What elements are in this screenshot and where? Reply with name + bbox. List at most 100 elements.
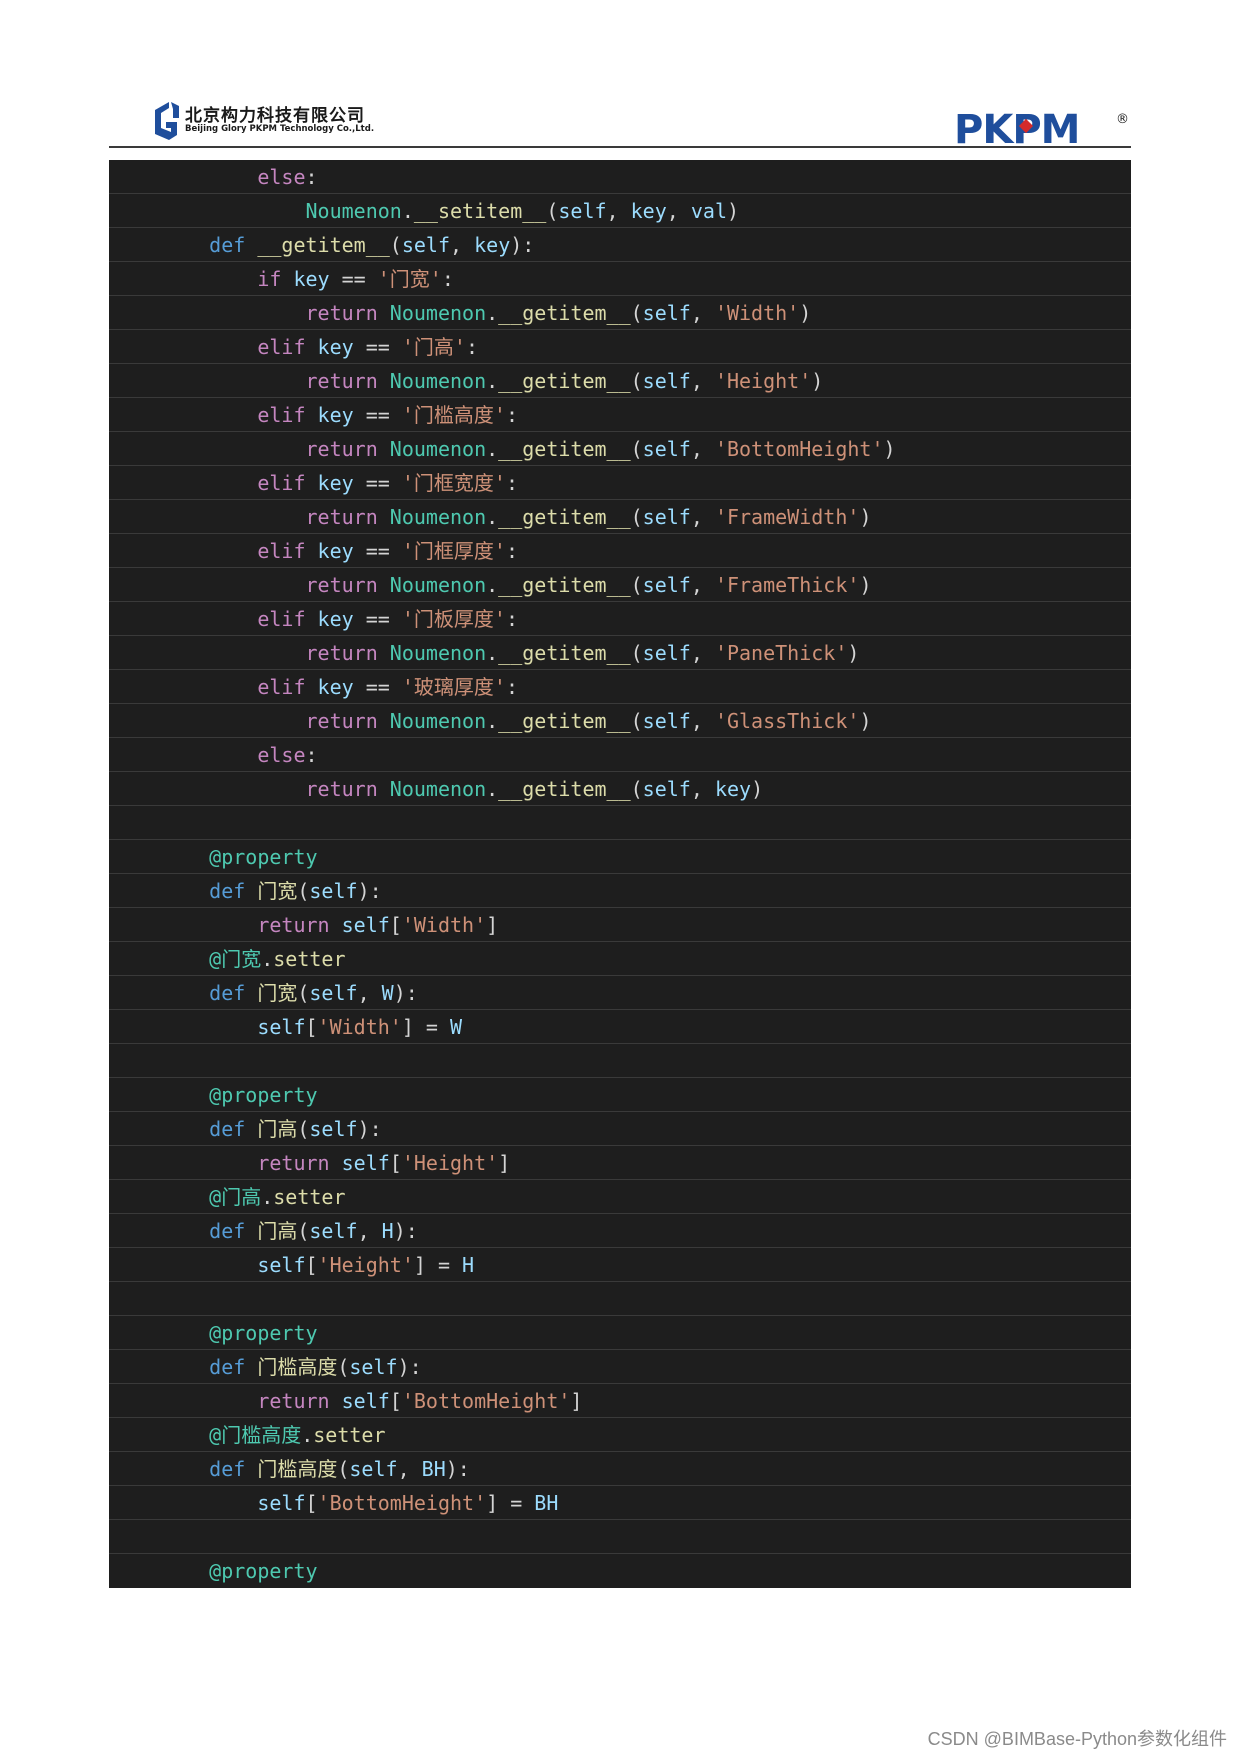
code-token: def [209,1219,246,1243]
code-token: key [317,403,354,427]
code-token: __getitem__ [498,505,631,529]
code-token: Noumenon [389,709,487,733]
code-token: : [305,743,318,767]
code-token: self [642,437,691,461]
code-line: return Noumenon.__getitem__(self, 'Frame… [109,568,1131,602]
code-token: : [505,471,518,495]
company-name-en: Beijing Glory PKPM Technology Co.,Ltd. [185,124,375,134]
code-token: ) [883,437,896,461]
code-token: 'BottomHeight' [401,1389,571,1413]
code-line: def 门槛高度(self, BH): [109,1452,1131,1486]
code-line: @门宽.setter [109,942,1131,976]
code-token: return [305,437,378,461]
code-line: self['Width'] = W [109,1010,1131,1044]
code-line: elif key == '门框宽度': [109,466,1131,500]
code-line: def 门槛高度(self): [109,1350,1131,1384]
code-token: , [690,301,715,325]
code-token: key [317,675,354,699]
code-token: '门槛高度' [401,403,506,427]
code-line: self['Height'] = H [109,1248,1131,1282]
code-line: def 门宽(self, W): [109,976,1131,1010]
code-token: ( [337,1355,350,1379]
code-token: setter [273,1185,346,1209]
code-token: BH [534,1491,559,1515]
code-token: __getitem__ [498,369,631,393]
code-token: BH [421,1457,446,1481]
code-line [109,1044,1131,1078]
code-token: Noumenon [389,369,487,393]
code-line: elif key == '门板厚度': [109,602,1131,636]
glory-logo-icon [155,102,179,140]
pkpm-logo: PKPM ® [954,107,1129,153]
code-token: [ [389,913,402,937]
code-line: return Noumenon.__getitem__(self, 'Heigh… [109,364,1131,398]
code-token: 'FrameWidth' [714,505,860,529]
code-token: ( [630,777,643,801]
code-token: self [341,1151,390,1175]
code-token: __getitem__ [498,437,631,461]
page-header: 北京构力科技有限公司 Beijing Glory PKPM Technology… [109,95,1131,153]
code-token: , [690,709,715,733]
code-token: @property [209,1559,318,1583]
code-token: setter [273,947,346,971]
code-token: def [209,233,246,257]
code-token: def [209,879,246,903]
code-token: ): [397,1355,422,1379]
code-token: key [630,199,667,223]
code-line: elif key == '玻璃厚度': [109,670,1131,704]
code-token: key [293,267,330,291]
code-token: ) [859,573,872,597]
code-token: ): [510,233,535,257]
code-token: . [486,437,499,461]
code-token: ) [799,301,812,325]
code-token: , [690,505,715,529]
code-token: ] [498,1151,511,1175]
code-token: == [353,539,402,563]
code-token: self [558,199,607,223]
code-token: return [305,505,378,529]
code-token: @property [209,1083,318,1107]
code-line: def 门高(self): [109,1112,1131,1146]
code-token: self [257,1015,306,1039]
code-token: self [642,505,691,529]
code-line: return Noumenon.__getitem__(self, 'Frame… [109,500,1131,534]
code-token: self [642,777,691,801]
code-line: elif key == '门槛高度': [109,398,1131,432]
code-line: @property [109,1554,1131,1588]
code-line: return self['Width'] [109,908,1131,942]
code-token: 'GlassThick' [714,709,860,733]
code-token: . [301,1423,314,1447]
code-token: __getitem__ [257,233,390,257]
code-line: @门槛高度.setter [109,1418,1131,1452]
code-token: == [329,267,378,291]
code-line: return Noumenon.__getitem__(self, key) [109,772,1131,806]
code-token: return [305,301,378,325]
code-token: self [642,573,691,597]
code-line [109,1520,1131,1554]
code-line: @门高.setter [109,1180,1131,1214]
code-token: , [690,369,715,393]
code-token: 门宽 [257,981,298,1005]
code-token: ) [847,641,860,665]
code-token: [ [305,1253,318,1277]
code-token: return [305,709,378,733]
